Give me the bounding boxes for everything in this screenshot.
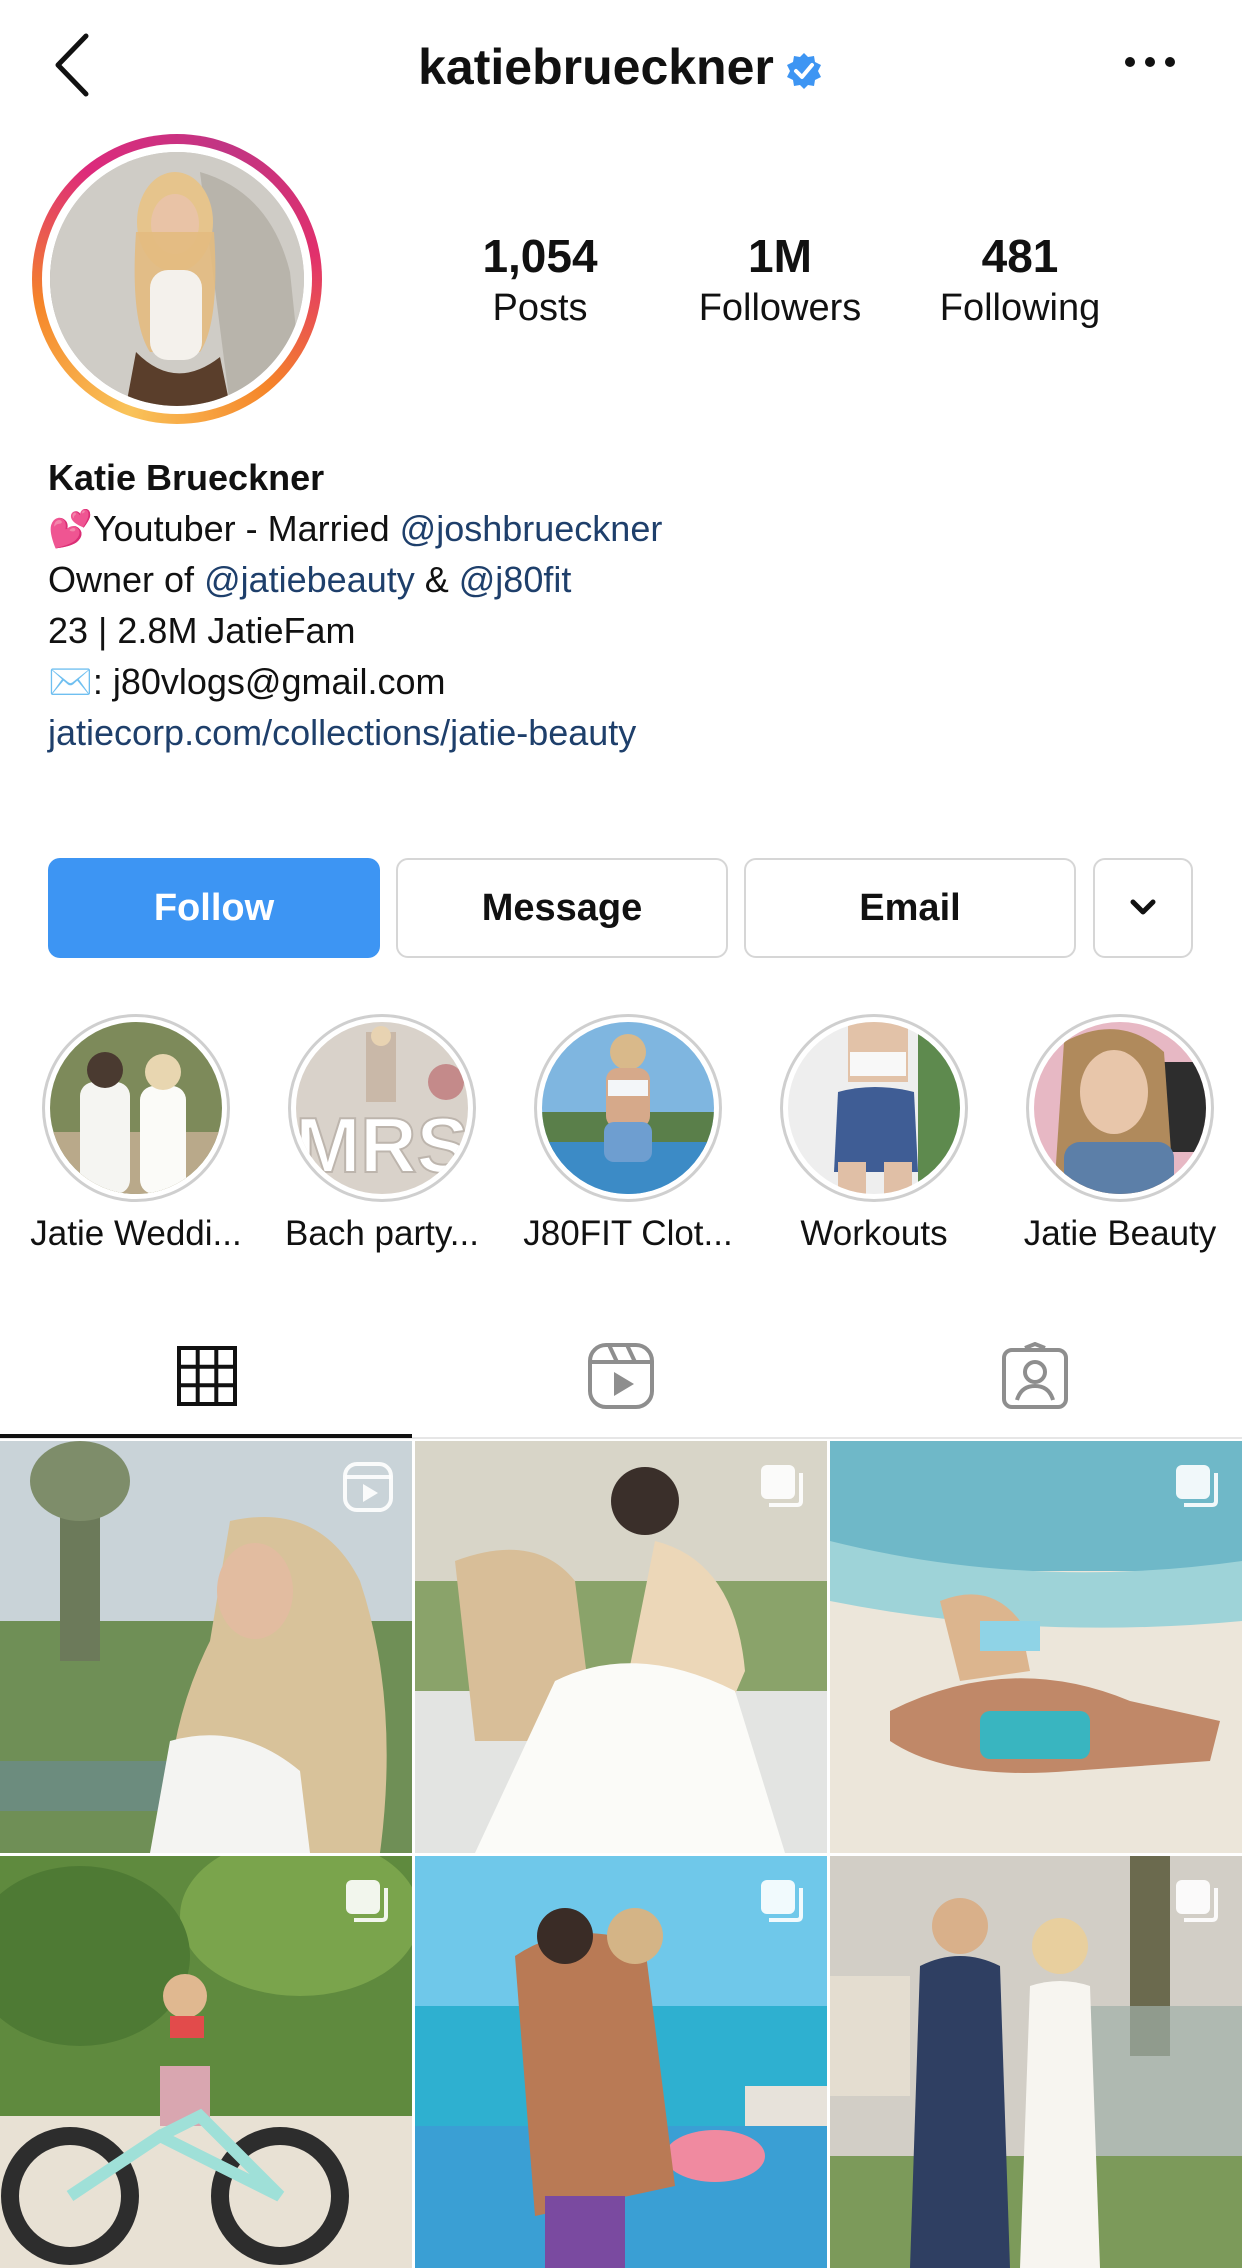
highlight-cover	[788, 1022, 960, 1194]
carousel-icon	[761, 1465, 803, 1507]
followers-label: Followers	[698, 287, 862, 329]
highlight-label: Jatie Beauty	[1023, 1214, 1217, 1253]
highlight-label: J80FIT Clot...	[523, 1214, 733, 1253]
tab-grid[interactable]	[0, 1318, 414, 1438]
post-thumbnail[interactable]	[0, 1441, 412, 1853]
profile-bio: Katie Brueckner 💕Youtuber - Married @jos…	[48, 452, 1198, 758]
bio-text-and: &	[414, 559, 459, 600]
verified-badge-icon	[786, 52, 821, 89]
stat-posts[interactable]: 1,054 Posts	[430, 228, 650, 332]
username: katiebrueckner	[418, 39, 774, 95]
bio-email-text: : j80vlogs@gmail.com	[92, 661, 446, 702]
carousel-icon	[346, 1880, 388, 1922]
bio-line-4: ✉️: j80vlogs@gmail.com	[48, 656, 1198, 707]
highlight-cover	[1034, 1022, 1206, 1194]
post-thumbnail[interactable]	[415, 1856, 827, 2268]
display-name: Katie Brueckner	[48, 457, 325, 498]
tagged-person-icon	[1002, 1342, 1068, 1409]
posts-label: Posts	[492, 287, 588, 329]
ellipsis-icon	[1125, 57, 1175, 67]
followers-count: 1M	[748, 230, 812, 282]
suggested-accounts-button[interactable]	[1093, 858, 1193, 958]
highlight-label: Jatie Weddi...	[30, 1214, 242, 1253]
carousel-icon	[1176, 1880, 1218, 1922]
profile-avatar[interactable]	[32, 134, 322, 424]
mention-link[interactable]: @jatiebeauty	[204, 559, 415, 600]
following-label: Following	[939, 287, 1101, 329]
bio-text-2: Owner of	[48, 559, 205, 600]
posts-count: 1,054	[482, 230, 598, 282]
highlight-cover	[542, 1022, 714, 1194]
stat-following[interactable]: 481 Following	[910, 228, 1130, 332]
post-thumbnail[interactable]	[0, 1856, 412, 2268]
bio-text-1: Youtuber - Married	[92, 508, 400, 549]
profile-header-title: katiebrueckner	[0, 38, 1242, 96]
bio-line-2: Owner of @jatiebeauty & @j80fit	[48, 554, 1198, 605]
message-button[interactable]: Message	[396, 858, 728, 958]
two-hearts-icon: 💕	[48, 508, 93, 549]
stat-followers[interactable]: 1M Followers	[670, 228, 890, 332]
carousel-icon	[761, 1880, 803, 1922]
highlight-cover: MRS	[296, 1022, 468, 1194]
mention-link[interactable]: @joshbrueckner	[400, 508, 663, 549]
highlight-label: Workouts	[800, 1214, 948, 1253]
tab-reels[interactable]	[414, 1318, 828, 1438]
grid-icon	[177, 1346, 237, 1406]
highlight-label: Bach party...	[285, 1214, 479, 1253]
avatar-image	[50, 152, 304, 406]
post-thumbnail[interactable]	[830, 1441, 1242, 1853]
following-count: 481	[981, 230, 1059, 282]
carousel-icon	[1176, 1465, 1218, 1507]
follow-button[interactable]: Follow	[48, 858, 380, 958]
tab-selected-indicator	[0, 1434, 412, 1438]
reel-icon	[343, 1462, 393, 1512]
tab-tagged[interactable]	[828, 1318, 1242, 1438]
more-options-button[interactable]	[1120, 52, 1180, 72]
post-thumbnail[interactable]	[415, 1441, 827, 1853]
bio-line-1: 💕Youtuber - Married @joshbrueckner	[48, 503, 1198, 554]
email-button[interactable]: Email	[744, 858, 1076, 958]
chevron-down-icon	[1130, 899, 1156, 915]
mention-link[interactable]: @j80fit	[459, 559, 572, 600]
envelope-icon: ✉️	[48, 661, 93, 702]
post-thumbnail[interactable]	[830, 1856, 1242, 2268]
website-link[interactable]: jatiecorp.com/collections/jatie-beauty	[48, 707, 1198, 758]
bio-line-3: 23 | 2.8M JatieFam	[48, 610, 356, 651]
reels-icon	[588, 1343, 654, 1409]
highlight-cover	[50, 1022, 222, 1194]
